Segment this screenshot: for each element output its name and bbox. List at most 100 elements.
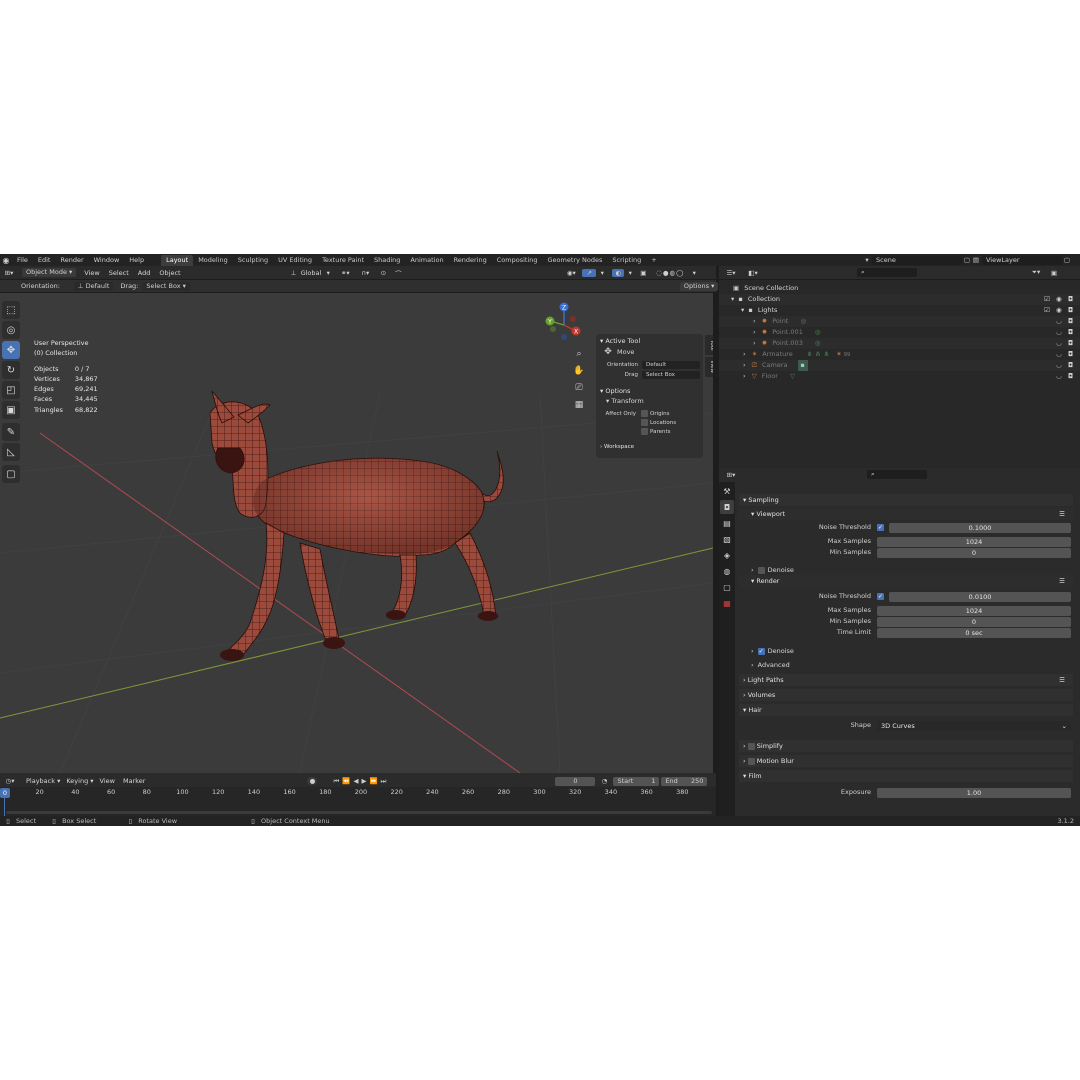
- viewport-denoise-subpanel[interactable]: › Denoise: [751, 566, 794, 574]
- sidebar-tab-tool[interactable]: Tool: [705, 335, 713, 355]
- cursor-tool-icon[interactable]: ◎: [2, 321, 20, 339]
- outliner-row-collection[interactable]: ▾ ▪ Collection ☑ ◉ ◘: [719, 294, 1080, 305]
- outliner-row-armature[interactable]: › ✶ Armature ⋔⋔⋔ ✶ 99 ◡ ◘: [719, 349, 1080, 360]
- gizmo-toggle-icon[interactable]: ↗: [582, 268, 597, 277]
- chevron-right-icon[interactable]: ›: [753, 338, 756, 349]
- blender-logo-icon[interactable]: ◉: [0, 256, 12, 265]
- outliner-row-lights[interactable]: ▾ ▪ Lights ☑ ◉ ◘: [719, 305, 1080, 316]
- tab-uv-editing[interactable]: UV Editing: [273, 255, 317, 266]
- select-tool-icon[interactable]: ⬚: [2, 301, 20, 319]
- affect-origins-checkbox[interactable]: Origins: [641, 410, 670, 417]
- hair-panel-header[interactable]: ▾ Hair: [739, 704, 1073, 716]
- tab-animation[interactable]: Animation: [405, 255, 448, 266]
- viewport-noise-threshold-checkbox[interactable]: ✓: [877, 524, 884, 531]
- properties-search-input[interactable]: ⌕: [867, 470, 927, 479]
- viewport-noise-threshold-field[interactable]: 0.1000: [889, 523, 1071, 533]
- camera-render-icon[interactable]: ◘: [1068, 305, 1073, 316]
- checkbox-icon[interactable]: [747, 742, 755, 750]
- tab-modeling[interactable]: Modeling: [193, 255, 233, 266]
- scene-tab-icon[interactable]: ◈: [720, 548, 734, 562]
- eye-hidden-icon[interactable]: ◡: [1056, 327, 1062, 338]
- viewport-min-samples-field[interactable]: 0: [877, 548, 1071, 558]
- mode-dropdown[interactable]: Object Mode ▾: [22, 268, 77, 277]
- navigation-gizmo[interactable]: Z X Y: [540, 301, 588, 347]
- outliner-search-input[interactable]: ⌕: [857, 268, 917, 277]
- annotate-tool-icon[interactable]: ✎: [2, 423, 20, 441]
- menu-render[interactable]: Render: [55, 256, 88, 264]
- properties-editor-type-icon[interactable]: ⊞▾: [723, 471, 739, 479]
- shading-mode-icons[interactable]: ◌●◍◯: [650, 269, 690, 277]
- time-limit-field[interactable]: 0 sec: [877, 628, 1071, 638]
- tab-scripting[interactable]: Scripting: [607, 255, 646, 266]
- texture-tab-icon[interactable]: ▦: [720, 596, 734, 610]
- ortho-grid-icon[interactable]: ▦: [572, 400, 586, 414]
- camera-render-icon[interactable]: ◘: [1068, 294, 1073, 305]
- menu-help[interactable]: Help: [124, 256, 149, 264]
- editor-type-icon[interactable]: ⊞▾: [0, 269, 18, 277]
- camera-render-icon[interactable]: ◘: [1068, 349, 1073, 360]
- falloff-icon[interactable]: ⌒: [392, 268, 404, 278]
- render-denoise-subpanel[interactable]: › ✓ Denoise: [751, 647, 794, 655]
- outliner-row-point[interactable]: › ✹ Point ◎ ◡ ◘: [719, 316, 1080, 327]
- simplify-panel-header[interactable]: › Simplify: [739, 740, 1073, 752]
- new-view-layer-icon[interactable]: ▢: [1062, 256, 1072, 264]
- affect-parents-checkbox[interactable]: Parents: [641, 428, 670, 435]
- npanel-drag-dropdown[interactable]: Select Box: [642, 371, 700, 379]
- active-tool-move[interactable]: ✥ Move: [602, 347, 634, 357]
- list-presets-icon[interactable]: ☰: [1059, 674, 1065, 686]
- render-subpanel-header[interactable]: ▾ Render ☰: [739, 575, 1073, 587]
- camera-render-icon[interactable]: ◘: [1068, 316, 1073, 327]
- tab-shading[interactable]: Shading: [369, 255, 405, 266]
- outliner-row-point-001[interactable]: › ✹ Point.001 ◎ ◡ ◘: [719, 327, 1080, 338]
- exposure-field[interactable]: 1.00: [877, 788, 1071, 798]
- measure-tool-icon[interactable]: ◺: [2, 443, 20, 461]
- rotate-tool-icon[interactable]: ↻: [2, 361, 20, 379]
- display-mode-icon[interactable]: ◧▾: [745, 269, 761, 277]
- viewport-menu-object[interactable]: Object: [159, 269, 180, 277]
- viewport-max-samples-field[interactable]: 1024: [877, 537, 1071, 547]
- render-min-samples-field[interactable]: 0: [877, 617, 1071, 627]
- viewport-menu-add[interactable]: Add: [138, 269, 151, 277]
- list-presets-icon[interactable]: ☰: [1059, 575, 1065, 587]
- chevron-right-icon[interactable]: ›: [743, 349, 746, 360]
- camera-view-icon[interactable]: ⎚: [572, 383, 586, 397]
- snap-icon[interactable]: ∩▾: [358, 269, 372, 277]
- affect-locations-checkbox[interactable]: Locations: [641, 419, 676, 426]
- eye-hidden-icon[interactable]: ◡: [1056, 316, 1062, 327]
- viewport-menu-select[interactable]: Select: [109, 269, 129, 277]
- filter-icon[interactable]: ⏷▾: [1029, 268, 1043, 277]
- timeline-scrollbar[interactable]: [6, 811, 712, 814]
- eye-hidden-icon[interactable]: ◡: [1056, 338, 1062, 349]
- transform-tool-icon[interactable]: ▣: [2, 401, 20, 419]
- overlay-toggle-icon[interactable]: ◐: [612, 268, 625, 277]
- render-noise-threshold-checkbox[interactable]: ✓: [877, 593, 884, 600]
- view-layer-name-field[interactable]: ViewLayer: [982, 255, 1062, 265]
- sidebar-tab-view[interactable]: View: [705, 357, 713, 377]
- chevron-right-icon[interactable]: ›: [743, 371, 746, 382]
- film-panel-header[interactable]: ▾ Film: [739, 770, 1073, 782]
- chevron-right-icon[interactable]: ›: [743, 360, 746, 371]
- checkbox-icon[interactable]: [747, 757, 755, 765]
- view-layer-selector[interactable]: ▤ ViewLayer ▢: [970, 255, 1072, 265]
- viewport-menu-view[interactable]: View: [84, 269, 99, 277]
- tool-tab-icon[interactable]: ⚒: [720, 484, 734, 498]
- tab-layout[interactable]: Layout: [161, 254, 194, 266]
- orientation-global-dropdown[interactable]: Global: [301, 269, 322, 277]
- scene-name-field[interactable]: Scene: [872, 255, 962, 265]
- exclude-checkbox-icon[interactable]: ☑: [1044, 294, 1050, 305]
- render-max-samples-field[interactable]: 1024: [877, 606, 1071, 616]
- eye-icon[interactable]: ◉: [1056, 294, 1062, 305]
- menu-edit[interactable]: Edit: [33, 256, 56, 264]
- menu-window[interactable]: Window: [89, 256, 125, 264]
- chevron-down-icon[interactable]: ▾: [731, 294, 734, 305]
- chevron-down-icon[interactable]: ▾: [741, 305, 744, 316]
- outliner-editor-type-icon[interactable]: ☰▾: [723, 269, 739, 277]
- scene-selector[interactable]: ▾ Scene ▢: [862, 255, 972, 265]
- camera-render-icon[interactable]: ◘: [1068, 338, 1073, 349]
- tab-geometry-nodes[interactable]: Geometry Nodes: [543, 255, 608, 266]
- outliner-row-point-003[interactable]: › ✹ Point.003 ◎ ◡ ◘: [719, 338, 1080, 349]
- tool-orientation-dropdown[interactable]: ⊥ Default: [73, 281, 114, 291]
- pivot-point-icon[interactable]: ⚭▾: [338, 269, 352, 277]
- sampling-panel-header[interactable]: ▾ Sampling: [739, 494, 1073, 506]
- render-noise-threshold-field[interactable]: 0.0100: [889, 592, 1071, 602]
